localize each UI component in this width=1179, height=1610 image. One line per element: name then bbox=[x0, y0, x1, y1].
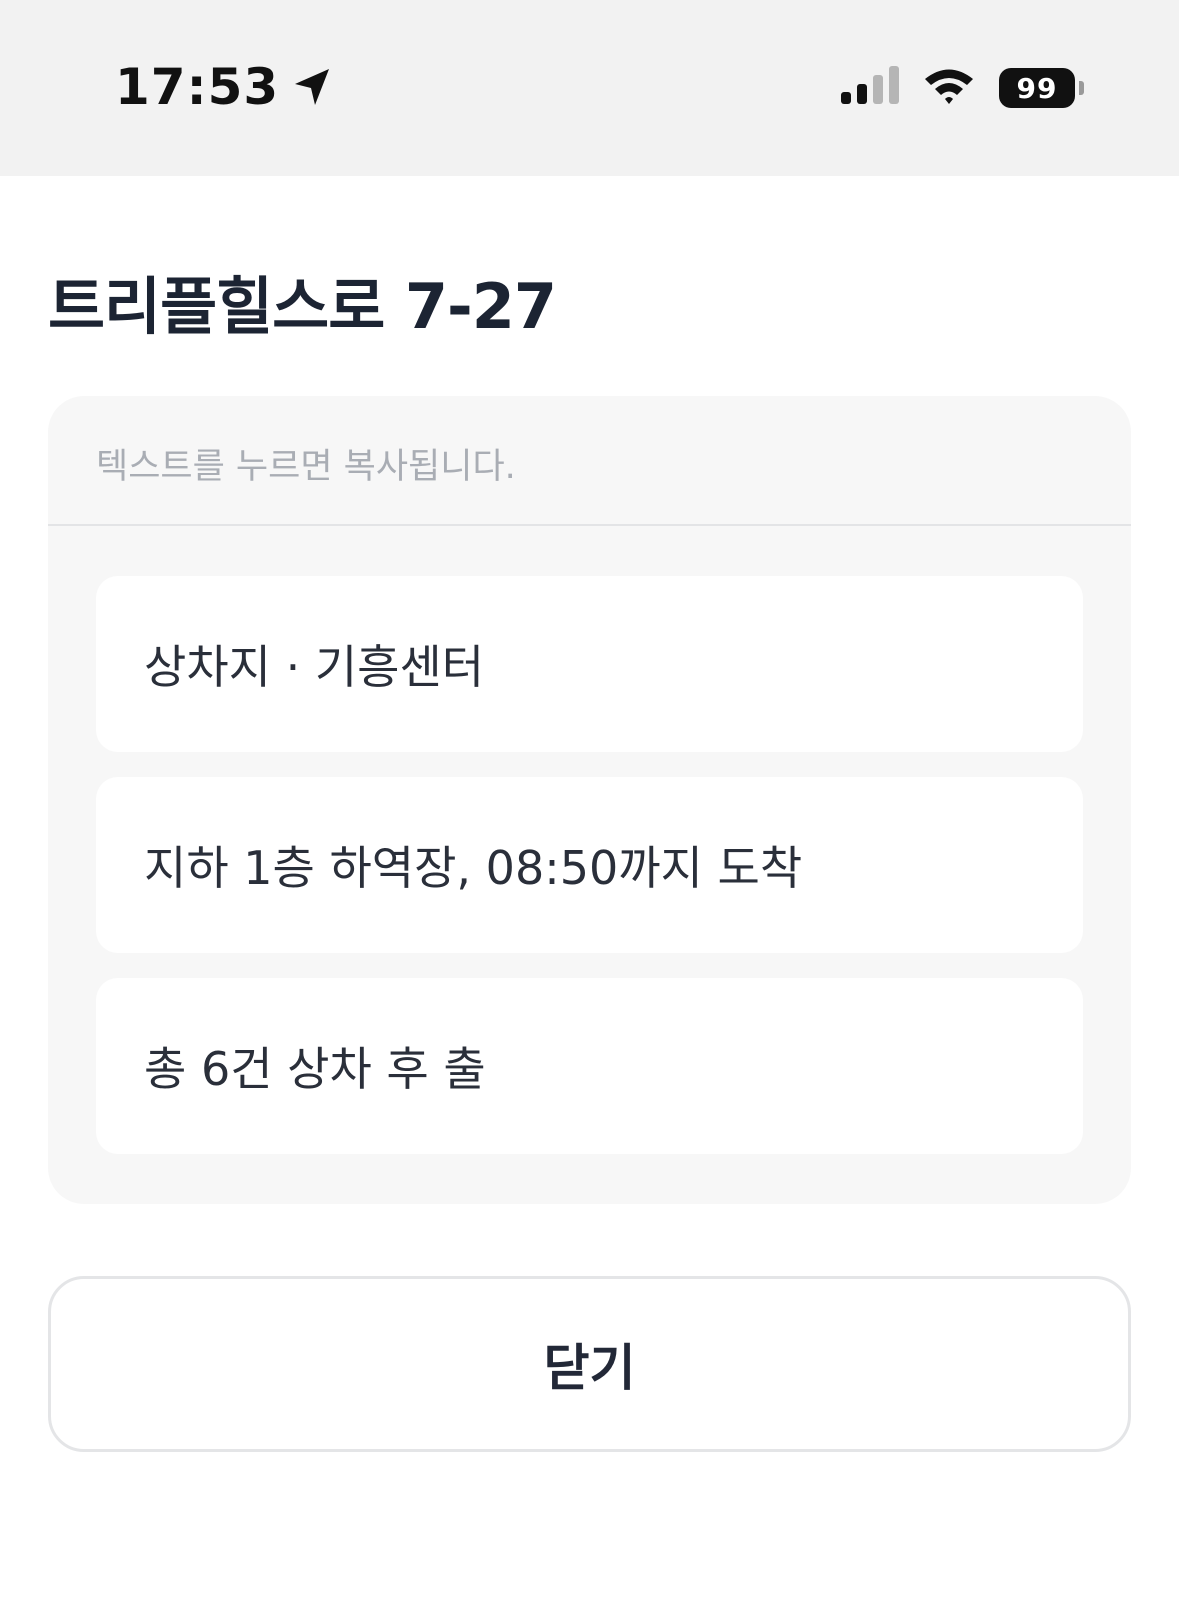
status-time-group: 17:53 bbox=[115, 58, 335, 116]
copy-item-arrival[interactable]: 지하 1층 하역장, 08:50까지 도착 bbox=[96, 777, 1083, 953]
copy-item-count[interactable]: 총 6건 상차 후 출 bbox=[96, 978, 1083, 1154]
close-button[interactable]: 닫기 bbox=[48, 1276, 1131, 1452]
page-title: 트리플힐스로 7-27 bbox=[48, 270, 557, 343]
copy-item-label: 지하 1층 하역장, 08:50까지 도착 bbox=[144, 841, 803, 895]
location-arrow-icon bbox=[289, 64, 335, 110]
copy-card: 텍스트를 누르면 복사됩니다. 상차지 · 기흥센터 지하 1층 하역장, 08… bbox=[48, 396, 1131, 1204]
copy-item-label: 총 6건 상차 후 출 bbox=[144, 1042, 486, 1096]
copy-item-pickup[interactable]: 상차지 · 기흥센터 bbox=[96, 576, 1083, 752]
copy-hint: 텍스트를 누르면 복사됩니다. bbox=[96, 447, 516, 487]
status-bar: 17:53 99 bbox=[0, 0, 1179, 176]
battery-cap bbox=[1079, 81, 1084, 95]
copy-item-label: 상차지 · 기흥센터 bbox=[144, 640, 485, 694]
battery-icon: 99 bbox=[999, 68, 1084, 108]
status-right-group: 99 bbox=[841, 66, 1084, 110]
battery-level: 99 bbox=[999, 68, 1075, 108]
status-time: 17:53 bbox=[115, 58, 280, 116]
wifi-icon bbox=[923, 66, 975, 110]
close-button-label: 닫기 bbox=[543, 1339, 636, 1397]
card-divider bbox=[48, 524, 1131, 526]
signal-icon bbox=[841, 66, 899, 110]
